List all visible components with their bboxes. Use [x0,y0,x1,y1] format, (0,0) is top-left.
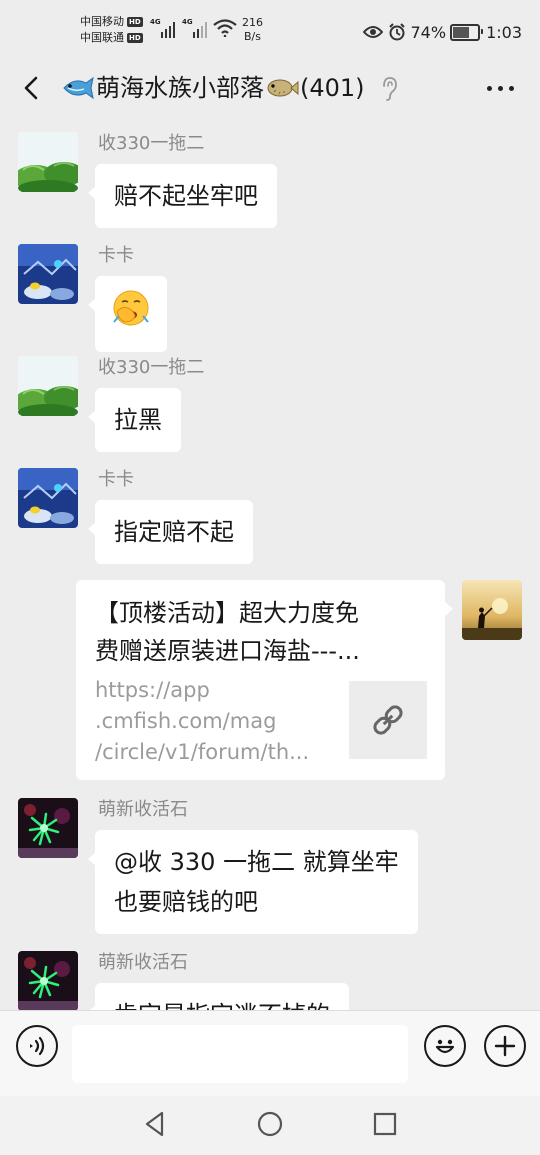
message-text-line: @收 330 一拖二 就算坐牢 [114,848,399,876]
message-bubble[interactable]: 指定赔不起 [88,500,253,564]
more-icon[interactable] [487,86,514,91]
fish-icon [60,75,96,101]
speed-value: 216 [242,16,263,29]
plus-icon [494,1035,516,1057]
carrier-2: 中国联通 [80,31,124,44]
message-list[interactable]: 收330一拖二 赔不起坐牢吧 卡卡 收330一拖二 拉黑 卡卡 指定赔不起 【顶… [0,114,540,1010]
link-card[interactable]: 【顶楼活动】超大力度免 费赠送原装进口海盐---... https://app … [76,580,453,780]
wifi-icon [213,19,237,37]
avatar[interactable] [18,244,78,304]
eye-icon [362,25,383,39]
member-count: (401) [300,74,365,102]
link-thumbnail [349,681,427,759]
sender-name: 收330一拖二 [98,133,205,154]
message-bubble[interactable]: @收 330 一拖二 就算坐牢 也要赔钱的吧 [88,830,418,934]
alarm-icon [388,23,406,41]
link-url-line: https://app [95,678,210,702]
message-input[interactable] [72,1025,408,1083]
voice-icon [30,1036,45,1056]
link-url: https://app .cmfish.com/mag /circle/v1/f… [95,675,325,768]
link-title: 【顶楼活动】超大力度免 费赠送原装进口海盐---... [95,594,405,670]
chat-header: 萌海水族小部落 (401) [0,62,540,114]
message-bubble[interactable]: 拉黑 [88,388,181,452]
back-icon[interactable] [18,73,46,103]
avatar[interactable] [18,951,78,1010]
nav-recents-icon[interactable] [371,1110,399,1138]
message-bubble[interactable] [88,276,167,352]
battery-icon [450,23,484,41]
signal-icon: 4G [150,18,180,38]
emoji-button[interactable] [424,1025,466,1067]
network-type: 4G [150,18,161,26]
link-url-line: /circle/v1/forum/th... [95,740,310,764]
nav-back-icon[interactable] [142,1110,168,1138]
ear-icon [383,77,397,101]
link-title-line: 费赠送原装进口海盐---... [95,637,360,665]
hd-badge: HD [127,17,143,27]
sender-name: 收330一拖二 [98,357,205,378]
carrier-1: 中国移动 [80,15,124,28]
my-avatar[interactable] [462,580,522,640]
message-bubble[interactable]: 肯定是指定逃不掉的 [88,983,349,1010]
system-nav-bar [0,1096,540,1155]
group-name: 萌海水族小部落 [96,74,264,102]
signal-icon: 4G [182,18,212,38]
link-icon [373,705,403,735]
carrier-info: 中国移动 HD 中国联通 HD [80,14,143,46]
hd-badge: HD [127,33,143,43]
pufferfish-icon [264,75,300,101]
message-bubble[interactable]: 赔不起坐牢吧 [88,164,277,228]
avatar[interactable] [18,356,78,416]
sender-name: 萌新收活石 [98,799,188,820]
input-bar [0,1010,540,1097]
speed-unit: B/s [244,30,261,43]
plus-button[interactable] [484,1025,526,1067]
network-type: 4G [182,18,193,26]
network-speed: 216 B/s [242,16,263,44]
avatar[interactable] [18,468,78,528]
nav-home-icon[interactable] [256,1110,284,1138]
battery-percent: 74% [410,22,447,42]
status-bar: 中国移动 HD 中国联通 HD 4G 4G 216 B/s 74% 1:03 [0,0,540,62]
sender-name: 卡卡 [98,245,134,266]
clock: 1:03 [486,22,522,42]
voice-button[interactable] [16,1025,58,1067]
sender-name: 卡卡 [98,469,134,490]
link-url-line: .cmfish.com/mag [95,709,277,733]
avatar[interactable] [18,132,78,192]
chat-title: 萌海水族小部落 (401) [60,71,365,105]
facepalm-emoji-icon [113,290,149,326]
message-text-line: 也要赔钱的吧 [114,888,258,916]
emoji-icon [435,1039,455,1054]
sender-name: 萌新收活石 [98,952,188,973]
link-title-line: 【顶楼活动】超大力度免 [95,599,359,627]
avatar[interactable] [18,798,78,858]
